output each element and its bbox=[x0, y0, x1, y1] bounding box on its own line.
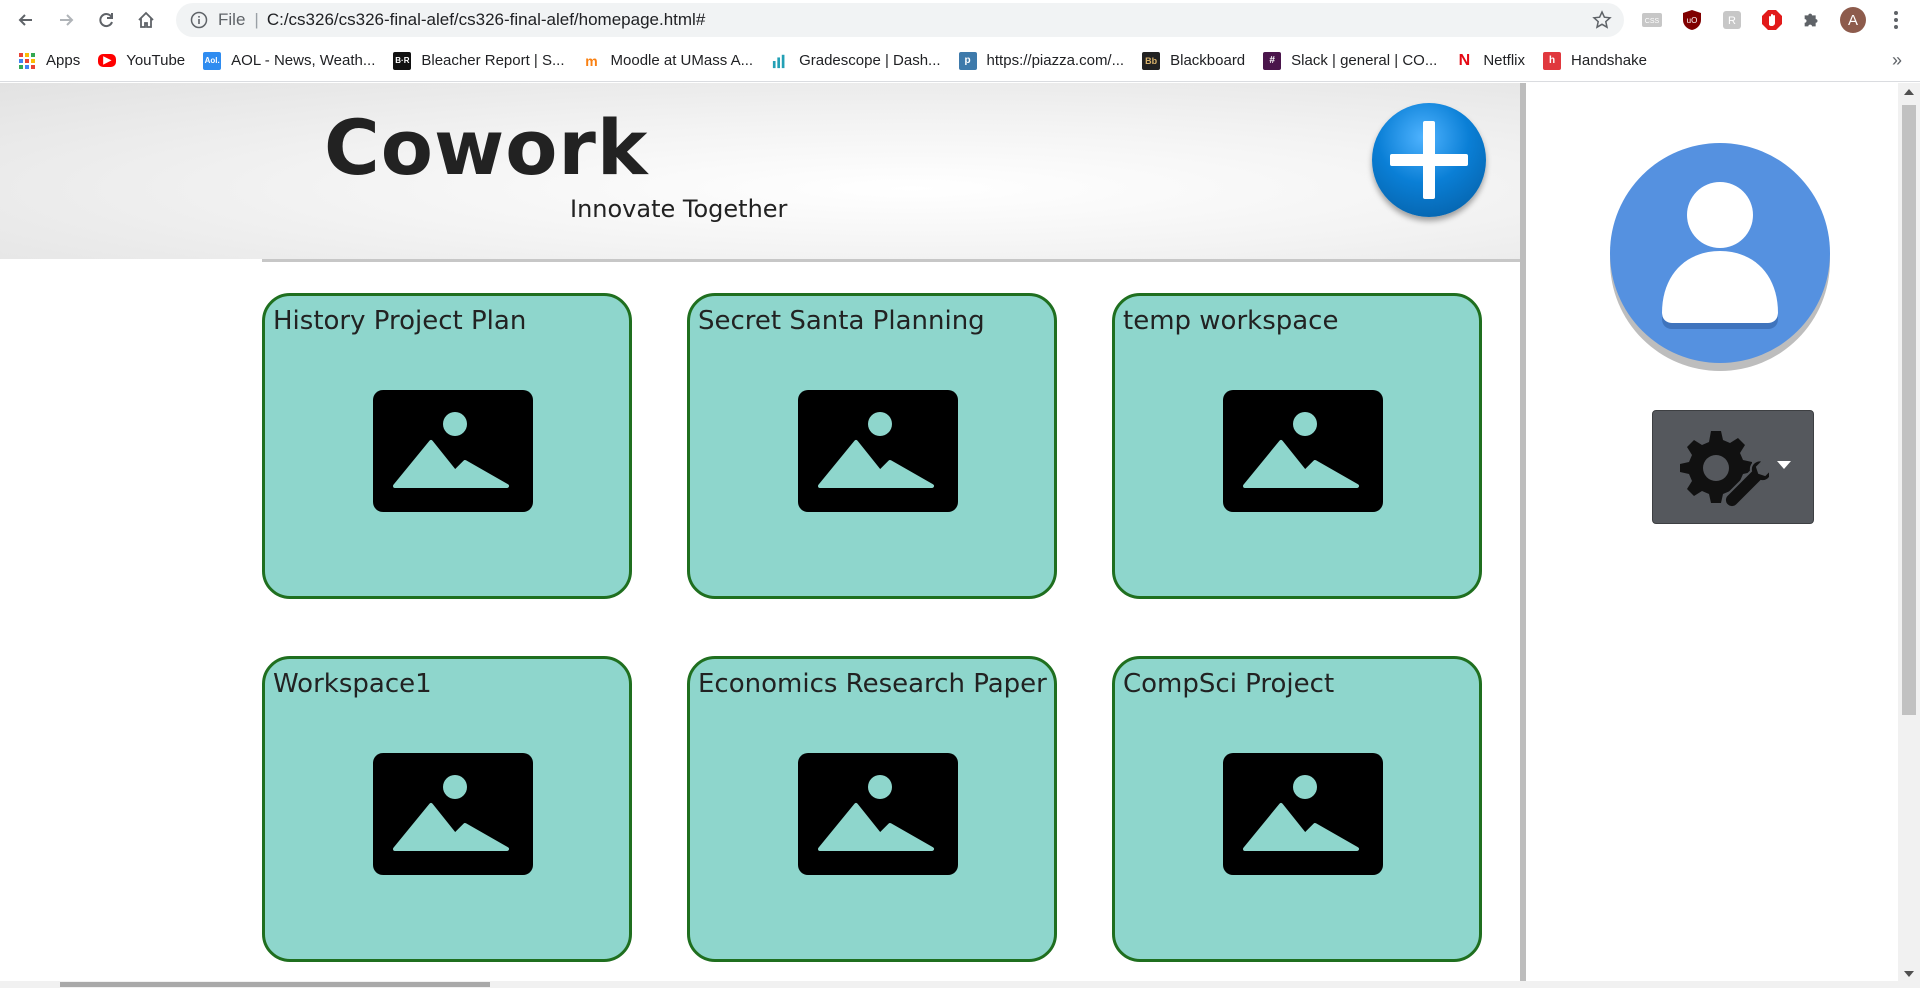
bookmark-label: Apps bbox=[46, 52, 81, 69]
forward-button[interactable] bbox=[46, 0, 86, 40]
bookmark-aol[interactable]: Aol. AOL - News, Weath... bbox=[203, 51, 376, 70]
slack-icon: # bbox=[1263, 51, 1282, 70]
bookmark-piazza[interactable]: p https://piazza.com/... bbox=[958, 51, 1125, 70]
bookmark-netflix[interactable]: N Netflix bbox=[1455, 52, 1525, 70]
bookmark-label: Blackboard bbox=[1170, 52, 1246, 69]
bookmark-star-icon[interactable] bbox=[1592, 10, 1612, 30]
bookmark-handshake[interactable]: h Handshake bbox=[1543, 51, 1647, 70]
user-avatar-icon[interactable] bbox=[1610, 143, 1830, 363]
address-bar[interactable]: File | C:/cs326/cs326-final-alef/cs326-f… bbox=[176, 3, 1624, 37]
bookmark-blackboard[interactable]: Bb Blackboard bbox=[1142, 51, 1246, 70]
workspace-title: Secret Santa Planning bbox=[698, 306, 985, 336]
bookmark-youtube[interactable]: ▶ YouTube bbox=[98, 52, 185, 69]
bookmark-apps[interactable]: Apps bbox=[18, 52, 80, 70]
chevron-down-icon bbox=[1777, 461, 1791, 469]
svg-text:CSS: CSS bbox=[1645, 18, 1660, 25]
bookmark-label: Netflix bbox=[1483, 52, 1526, 69]
svg-text:uO: uO bbox=[1687, 16, 1698, 25]
workspace-title: temp workspace bbox=[1123, 306, 1339, 336]
blackboard-icon: Bb bbox=[1142, 51, 1161, 70]
bookmark-label: Bleacher Report | S... bbox=[421, 52, 565, 69]
page-viewport: Cowork Innovate Together History Project… bbox=[0, 83, 1920, 988]
page-header: Cowork Innovate Together bbox=[0, 83, 1520, 259]
bookmark-label: https://piazza.com/... bbox=[986, 52, 1125, 69]
image-placeholder-icon bbox=[1223, 753, 1383, 875]
settings-dropdown-button[interactable] bbox=[1652, 410, 1814, 524]
workspace-card[interactable]: Workspace1 bbox=[262, 656, 632, 962]
handshake-icon: h bbox=[1543, 51, 1562, 70]
reload-button[interactable] bbox=[86, 0, 126, 40]
workspace-card[interactable]: Economics Research Paper bbox=[687, 656, 1057, 962]
url-separator: | bbox=[254, 10, 259, 29]
aol-icon: Aol. bbox=[203, 51, 222, 70]
ublock-extension-icon[interactable]: uO bbox=[1680, 8, 1704, 32]
extensions-puzzle-icon[interactable] bbox=[1800, 8, 1824, 32]
bleacher-report-icon: B·R bbox=[393, 51, 412, 70]
workspace-title: Workspace1 bbox=[273, 669, 432, 699]
css-extension-icon[interactable]: CSS bbox=[1640, 8, 1664, 32]
bookmark-bleacher-report[interactable]: B·R Bleacher Report | S... bbox=[393, 51, 565, 70]
bookmarks-bar: Apps ▶ YouTube Aol. AOL - News, Weath...… bbox=[0, 40, 1920, 82]
bookmark-moodle[interactable]: m Moodle at UMass A... bbox=[583, 52, 754, 70]
sidebar-divider bbox=[1520, 83, 1526, 988]
workspace-card[interactable]: CompSci Project bbox=[1112, 656, 1482, 962]
image-placeholder-icon bbox=[373, 753, 533, 875]
workspace-card[interactable]: History Project Plan bbox=[262, 293, 632, 599]
svg-text:R: R bbox=[1728, 15, 1736, 27]
bookmarks-overflow-icon[interactable]: » bbox=[1892, 50, 1902, 71]
workspace-title: History Project Plan bbox=[273, 306, 527, 336]
image-placeholder-icon bbox=[373, 390, 533, 512]
image-placeholder-icon bbox=[798, 753, 958, 875]
scroll-down-icon[interactable] bbox=[1904, 971, 1914, 977]
gradescope-icon bbox=[771, 52, 789, 70]
bookmark-label: YouTube bbox=[126, 52, 186, 69]
url-text[interactable]: C:/cs326/cs326-final-alef/cs326-final-al… bbox=[267, 10, 705, 30]
bookmark-slack[interactable]: # Slack | general | CO... bbox=[1263, 51, 1438, 70]
horizontal-scroll-thumb[interactable] bbox=[60, 982, 490, 987]
bookmark-label: Slack | general | CO... bbox=[1291, 52, 1438, 69]
brand-tagline: Innovate Together bbox=[570, 195, 788, 223]
browser-menu-icon[interactable] bbox=[1888, 8, 1904, 32]
bookmark-label: Gradescope | Dash... bbox=[799, 52, 941, 69]
back-arrow-icon bbox=[18, 14, 32, 26]
adblock-extension-icon[interactable] bbox=[1760, 8, 1784, 32]
workspace-card[interactable]: Secret Santa Planning bbox=[687, 293, 1057, 599]
piazza-icon: p bbox=[958, 51, 977, 70]
reader-extension-icon[interactable]: R bbox=[1720, 8, 1744, 32]
scroll-up-icon[interactable] bbox=[1904, 89, 1914, 95]
image-placeholder-icon bbox=[1223, 390, 1383, 512]
settings-gear-wrench-icon bbox=[1680, 431, 1769, 509]
bookmark-gradescope[interactable]: Gradescope | Dash... bbox=[771, 52, 941, 70]
header-divider bbox=[262, 259, 1520, 262]
browser-profile-avatar[interactable]: A bbox=[1840, 7, 1866, 33]
workspace-title: Economics Research Paper bbox=[698, 669, 1047, 699]
apps-grid-icon bbox=[18, 52, 36, 70]
back-button[interactable] bbox=[6, 0, 46, 40]
image-placeholder-icon bbox=[798, 390, 958, 512]
moodle-icon: m bbox=[585, 52, 598, 69]
url-protocol: File bbox=[218, 10, 246, 29]
home-icon bbox=[138, 11, 154, 28]
bookmark-label: AOL - News, Weath... bbox=[231, 52, 376, 69]
bookmark-label: Moodle at UMass A... bbox=[610, 52, 754, 69]
bookmark-label: Handshake bbox=[1571, 52, 1647, 69]
home-button[interactable] bbox=[126, 0, 166, 40]
forward-arrow-icon bbox=[60, 14, 74, 26]
vertical-scroll-thumb[interactable] bbox=[1902, 105, 1916, 715]
brand-title: Cowork bbox=[324, 103, 649, 192]
workspace-card[interactable]: temp workspace bbox=[1112, 293, 1482, 599]
workspace-title: CompSci Project bbox=[1123, 669, 1335, 699]
info-icon[interactable] bbox=[190, 11, 208, 29]
youtube-icon: ▶ bbox=[98, 54, 117, 67]
add-workspace-button[interactable] bbox=[1372, 103, 1486, 217]
netflix-icon: N bbox=[1458, 51, 1471, 69]
reload-icon bbox=[99, 13, 113, 28]
